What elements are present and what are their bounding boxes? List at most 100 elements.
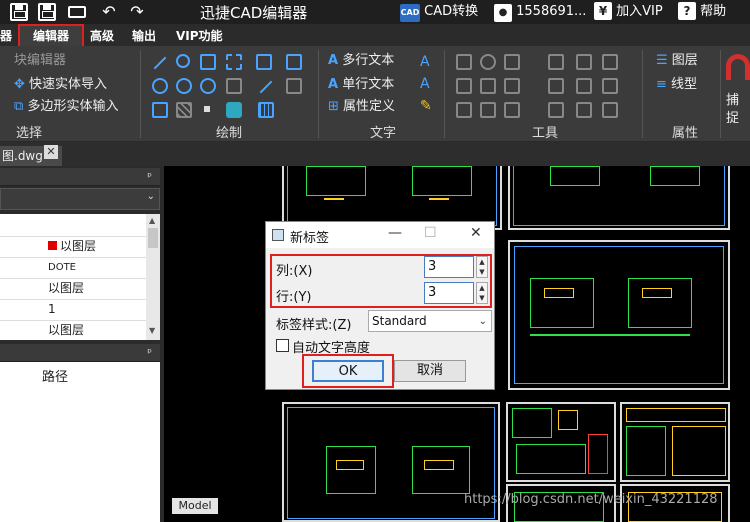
auto-text-height-checkbox[interactable]: [276, 339, 289, 352]
cad-convert-button[interactable]: CAD CAD转换: [400, 2, 478, 22]
text-style-icon[interactable]: A: [420, 54, 436, 70]
text-find-icon[interactable]: ✎: [420, 98, 436, 114]
row-count-input[interactable]: 3: [424, 282, 474, 304]
pin-icon[interactable]: ᵖ: [147, 170, 152, 183]
maximize-icon[interactable]: ☐: [424, 225, 437, 241]
ellipse-icon[interactable]: [200, 78, 216, 94]
minimize-icon[interactable]: —: [388, 225, 402, 241]
redo-icon[interactable]: ↷: [128, 3, 146, 21]
label-style-select[interactable]: Standard ⌄: [368, 310, 492, 332]
mtext-label: 多行文本: [342, 53, 395, 68]
text-edit-icon[interactable]: A: [420, 76, 436, 92]
label-style-label: 标签样式:(Z): [276, 318, 352, 333]
capture-label[interactable]: 捕捉: [726, 92, 750, 128]
polygon-input-button[interactable]: ⧉ 多边形实体输入: [14, 98, 118, 116]
pattern-icon[interactable]: [176, 102, 192, 118]
column-count-input[interactable]: 3: [424, 256, 474, 278]
region-icon[interactable]: [256, 54, 272, 70]
linetype-button[interactable]: ≡ 线型: [656, 76, 697, 94]
copy-shape-icon[interactable]: [226, 78, 242, 94]
undo-icon[interactable]: ↶: [100, 3, 118, 21]
ok-button[interactable]: OK: [312, 360, 384, 382]
line-icon[interactable]: [153, 56, 167, 70]
user-account[interactable]: ● 1558691...: [494, 2, 586, 22]
close-icon[interactable]: ✕: [470, 225, 482, 241]
title-bar: ↶ ↷ 迅捷CAD编辑器 CAD CAD转换 ● 1558691... ¥ 加入…: [0, 0, 750, 24]
tab-advanced[interactable]: 高级: [90, 27, 114, 44]
stext-button[interactable]: A 单行文本: [328, 76, 394, 94]
save-as-icon[interactable]: [38, 3, 56, 21]
ribbon-tabs: 器 编辑器 高级 输出 VIP功能: [0, 24, 750, 48]
property-value-color[interactable]: 以图层: [48, 236, 144, 257]
stretch-icon[interactable]: [480, 78, 496, 94]
tab-output[interactable]: 输出: [132, 27, 156, 44]
extend-icon[interactable]: [576, 54, 592, 70]
distance-icon[interactable]: [602, 102, 618, 118]
entity-type-select[interactable]: ⌄: [0, 188, 160, 210]
path-column-header: 路径: [42, 370, 69, 385]
table-icon[interactable]: [258, 102, 274, 118]
block-editor-button[interactable]: 块编辑器: [14, 52, 66, 70]
attr-def-label: 属性定义: [343, 99, 396, 114]
layer-button[interactable]: ☰ 图层: [656, 52, 698, 70]
spline-icon[interactable]: [226, 54, 242, 70]
property-value-linetype[interactable]: DOTE: [48, 257, 144, 278]
mtext-button[interactable]: A 多行文本: [328, 52, 394, 70]
scroll-thumb[interactable]: [148, 228, 158, 248]
property-value-lineweight[interactable]: 以图层: [48, 278, 144, 299]
print-icon[interactable]: [68, 6, 86, 18]
tab-vip[interactable]: VIP功能: [176, 27, 223, 44]
attr-def-button[interactable]: ⊞ 属性定义: [328, 98, 395, 116]
area-icon[interactable]: [576, 102, 592, 118]
panel-header: ᵖ: [0, 344, 160, 362]
dot-icon[interactable]: [204, 106, 210, 112]
break-icon[interactable]: [504, 78, 520, 94]
pin-icon[interactable]: ᵖ: [147, 346, 152, 359]
label-style-value: Standard: [372, 314, 427, 328]
quick-import-icon: ✥: [14, 77, 25, 92]
pen-icon[interactable]: [259, 80, 273, 94]
block-icon[interactable]: [286, 78, 302, 94]
model-tab[interactable]: Model: [172, 498, 218, 514]
rotate-icon[interactable]: [480, 54, 496, 70]
row-spinner[interactable]: ▲ ▼: [476, 282, 488, 304]
hatch-icon[interactable]: [286, 54, 302, 70]
column-label: 列:(X): [276, 264, 313, 279]
scroll-up-icon[interactable]: ▲: [149, 216, 155, 225]
properties-panel: ᵖ ⌄ 以图层 DOTE 以图层 1 以图层 ▲ ▼ ᵖ 路径: [0, 166, 164, 522]
group-label-select: 选择: [16, 126, 43, 141]
measure-icon[interactable]: [548, 102, 564, 118]
join-icon[interactable]: [480, 102, 496, 118]
property-scrollbar[interactable]: ▲ ▼: [146, 214, 160, 340]
trim-icon[interactable]: [548, 54, 564, 70]
cancel-button[interactable]: 取消: [394, 360, 466, 382]
tab-prev[interactable]: 器: [0, 27, 12, 44]
panel-header: ᵖ: [0, 168, 160, 186]
property-value-scale[interactable]: 1: [48, 299, 144, 320]
array-icon[interactable]: [602, 78, 618, 94]
offset-icon[interactable]: [602, 54, 618, 70]
magnet-icon[interactable]: [726, 54, 750, 80]
scale-icon[interactable]: [456, 78, 472, 94]
rectangle-icon[interactable]: [200, 54, 216, 70]
circle-icon[interactable]: [152, 78, 168, 94]
close-tab-icon[interactable]: ✕: [44, 145, 58, 159]
vip-button[interactable]: ¥ 加入VIP: [594, 2, 663, 22]
column-spinner[interactable]: ▲ ▼: [476, 256, 488, 278]
fillet-icon[interactable]: [576, 78, 592, 94]
move-icon[interactable]: [456, 54, 472, 70]
tab-editor[interactable]: 编辑器: [18, 24, 84, 48]
arc-icon[interactable]: [176, 78, 192, 94]
chamfer-icon[interactable]: [548, 78, 564, 94]
polyline-icon[interactable]: [176, 54, 190, 68]
save-icon[interactable]: [10, 3, 28, 21]
property-value-plotstyle[interactable]: 以图层: [48, 320, 144, 341]
explode-icon[interactable]: [456, 102, 472, 118]
image-icon[interactable]: [226, 102, 242, 118]
erase-icon[interactable]: [504, 102, 520, 118]
help-button[interactable]: ? 帮助: [678, 2, 726, 22]
quick-import-button[interactable]: ✥ 快速实体导入: [14, 76, 107, 94]
scroll-down-icon[interactable]: ▼: [149, 326, 155, 335]
mirror-icon[interactable]: [504, 54, 520, 70]
point-icon[interactable]: [152, 102, 168, 118]
